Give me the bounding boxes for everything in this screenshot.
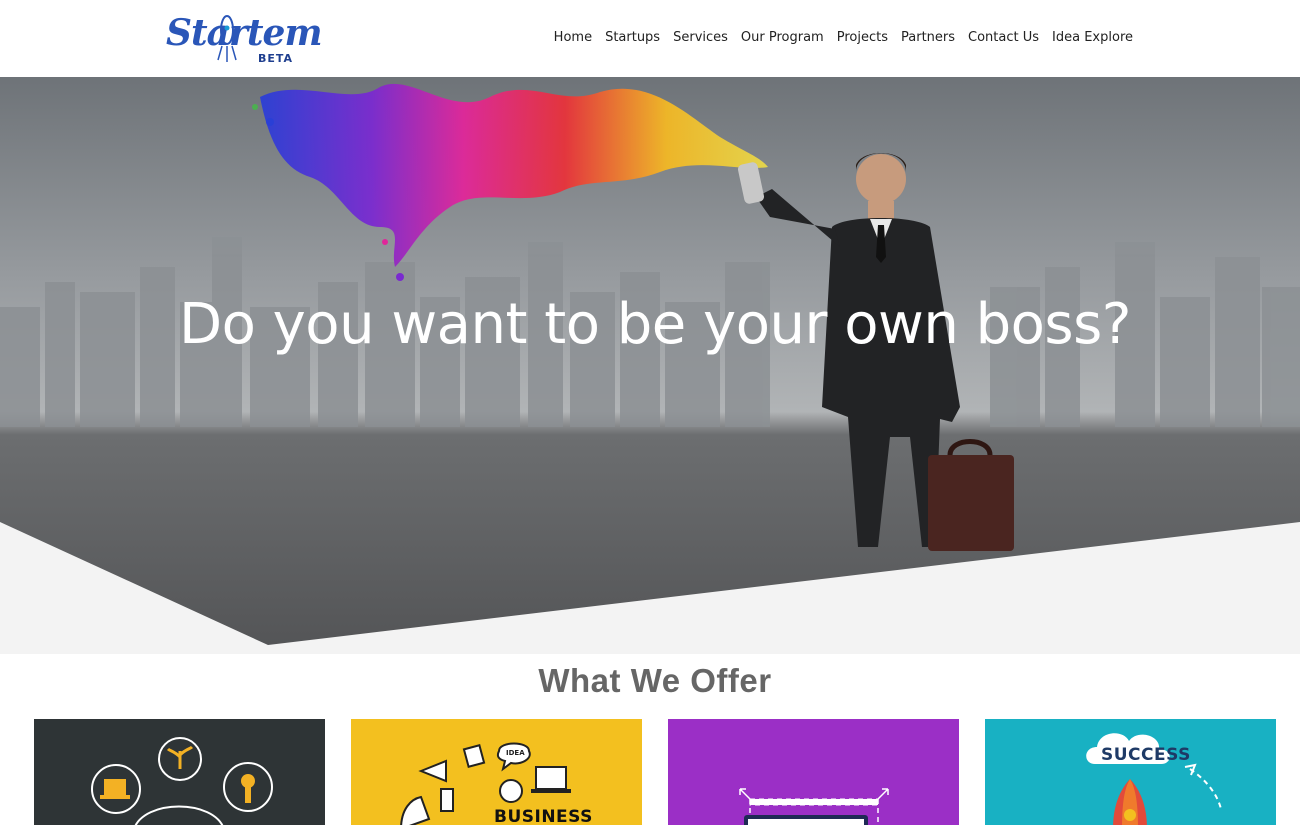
main-nav: Home Startups Services Our Program Proje… — [554, 30, 1133, 45]
logo-beta-tag: BETA — [258, 52, 294, 65]
offer-card-4[interactable]: SUCCESS — [985, 719, 1276, 825]
nav-contact-us[interactable]: Contact Us — [968, 30, 1039, 45]
idea-bubble-label: IDEA — [506, 749, 525, 757]
section-title: What We Offer — [538, 662, 772, 699]
rocket-logo-icon — [217, 15, 237, 62]
hero-banner: Do you want to be your own boss? — [0, 77, 1300, 654]
rocket-cloud-icon — [1086, 733, 1222, 825]
nav-services[interactable]: Services — [673, 30, 728, 45]
site-logo[interactable]: Startem BETA — [166, 10, 323, 68]
offer-card-3[interactable] — [668, 719, 959, 825]
logo-wordmark: Startem — [166, 12, 323, 54]
success-caption: SUCCESS — [1101, 745, 1191, 765]
screen-frame-icon — [739, 788, 889, 825]
nav-startups[interactable]: Startups — [605, 30, 660, 45]
nav-idea-explore[interactable]: Idea Explore — [1052, 30, 1133, 45]
hero-background-image — [0, 77, 1300, 654]
site-header: Startem BETA Home Startups Services Our … — [0, 0, 1300, 77]
network-ideas-icon — [91, 737, 273, 825]
nav-partners[interactable]: Partners — [901, 30, 955, 45]
nav-our-program[interactable]: Our Program — [741, 30, 824, 45]
nav-projects[interactable]: Projects — [837, 30, 888, 45]
hero-headline: Do you want to be your own boss? — [178, 292, 1132, 357]
offer-card-1[interactable] — [34, 719, 325, 825]
offer-card-2[interactable]: IDEA BUSINESS — [351, 719, 642, 825]
nav-home[interactable]: Home — [554, 30, 592, 45]
business-caption: BUSINESS — [494, 807, 593, 825]
